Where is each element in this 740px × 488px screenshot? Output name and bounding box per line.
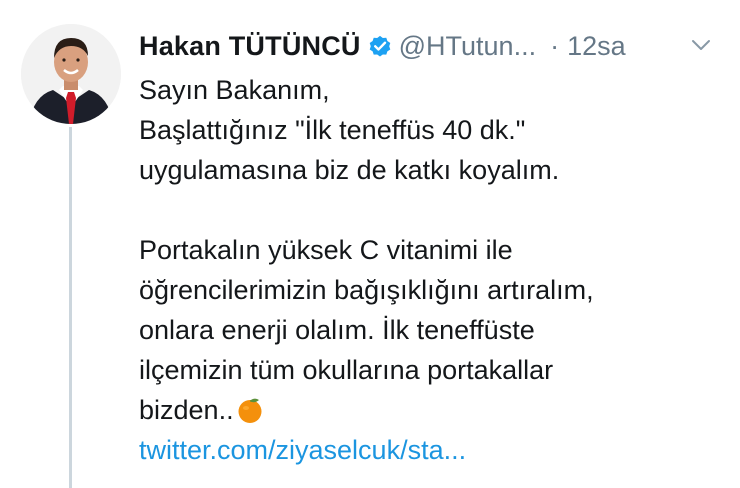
tweet-text-line: Sayın Bakanım, — [139, 75, 330, 105]
tweet-text-line: bizden.. — [139, 395, 234, 425]
author-name[interactable]: Hakan TÜTÜNCÜ — [139, 31, 361, 62]
tweet-link-line: twitter.com/ziyaselcuk/sta... — [139, 430, 729, 470]
tweet-text-line: Başlattığınız "İlk teneffüs 40 dk." — [139, 115, 526, 145]
paragraph-break — [139, 190, 729, 230]
avatar-image — [21, 24, 121, 124]
tweet-text-line: öğrencilerimizin bağışıklığını artıralım… — [139, 275, 594, 305]
tweet-text-line: Portakalın yüksek C vitanimi ile — [139, 235, 513, 265]
tweet-text: Sayın Bakanım, Başlattığınız "İlk teneff… — [139, 70, 729, 470]
tweet-text-line: uygulamasına biz de katkı koyalım. — [139, 155, 560, 185]
tweet-header: Hakan TÜTÜNCÜ @HTutun... · 12sa — [139, 24, 626, 68]
tweet-text-line: onlara enerji olalım. İlk teneffüste — [139, 315, 535, 345]
tweet-text-last-line: bizden.. — [139, 390, 729, 430]
verified-badge-icon — [367, 33, 393, 59]
avatar[interactable] — [21, 24, 121, 124]
tweet-text-line: ilçemizin tüm okullarına portakallar — [139, 355, 554, 385]
tweet-timestamp[interactable]: 12sa — [567, 31, 626, 62]
orange-emoji-icon — [236, 395, 264, 423]
author-handle[interactable]: @HTutun... — [399, 31, 536, 62]
chevron-down-icon[interactable] — [690, 34, 712, 56]
quoted-tweet-link[interactable]: twitter.com/ziyaselcuk/sta... — [139, 435, 466, 465]
separator-dot: · — [550, 30, 560, 61]
thread-connector-line — [69, 127, 72, 488]
tweet-card[interactable]: Hakan TÜTÜNCÜ @HTutun... · 12sa Sayın Ba… — [0, 0, 740, 488]
